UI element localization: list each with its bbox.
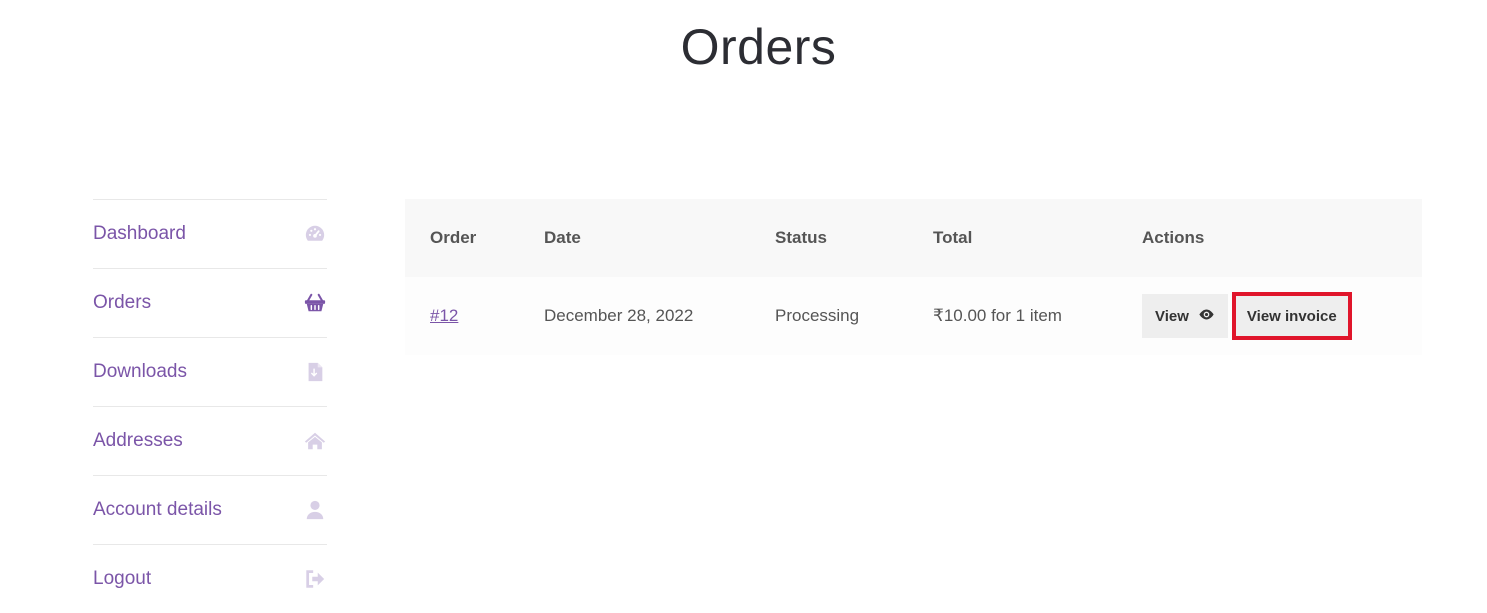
dashboard-icon (303, 222, 327, 246)
order-actions-cell: View View invoice (1142, 277, 1422, 355)
logout-icon (303, 567, 327, 591)
column-header-date: Date (544, 228, 581, 247)
nav-item-label: Orders (93, 292, 152, 313)
column-header-actions: Actions (1142, 228, 1205, 247)
account-navigation: Dashboard Orders Downloads Addresses Acc… (93, 199, 327, 613)
nav-item-label: Dashboard (93, 223, 186, 244)
order-number-cell: #12 (405, 277, 544, 355)
column-header-total: Total (933, 228, 973, 247)
nav-item-dashboard[interactable]: Dashboard (93, 200, 327, 269)
view-order-button[interactable]: View (1142, 294, 1228, 338)
column-header-status: Status (775, 228, 827, 247)
nav-item-label: Account details (93, 499, 222, 520)
nav-item-addresses[interactable]: Addresses (93, 407, 327, 476)
nav-item-account-details[interactable]: Account details (93, 476, 327, 545)
table-header-row: Order Date Status Total Actions (405, 199, 1422, 277)
user-icon (303, 498, 327, 522)
nav-item-label: Addresses (93, 430, 183, 451)
table-row: #12 December 28, 2022 Processing ₹10.00 … (405, 277, 1422, 355)
home-icon (303, 429, 327, 453)
file-download-icon (303, 360, 327, 384)
nav-item-label: Downloads (93, 361, 187, 382)
basket-icon (303, 291, 327, 315)
order-status-cell: Processing (775, 306, 860, 325)
view-invoice-button-label: View invoice (1246, 307, 1337, 325)
order-actions: View View invoice (1142, 292, 1422, 340)
nav-item-orders[interactable]: Orders (93, 269, 327, 338)
orders-table: Order Date Status Total Actions #12 Dece… (405, 199, 1422, 355)
order-number-link[interactable]: #12 (430, 306, 458, 325)
page-title: Orders (680, 19, 837, 75)
view-invoice-button[interactable]: View invoice (1231, 292, 1352, 340)
view-button-label: View (1155, 307, 1189, 325)
order-date-cell: December 28, 2022 (544, 306, 694, 325)
nav-item-label: Logout (93, 568, 152, 589)
nav-item-downloads[interactable]: Downloads (93, 338, 327, 407)
eye-icon (1198, 306, 1215, 327)
column-header-order: Order (430, 228, 477, 247)
nav-item-logout[interactable]: Logout (93, 545, 327, 613)
order-total-cell: ₹10.00 for 1 item (933, 306, 1062, 325)
